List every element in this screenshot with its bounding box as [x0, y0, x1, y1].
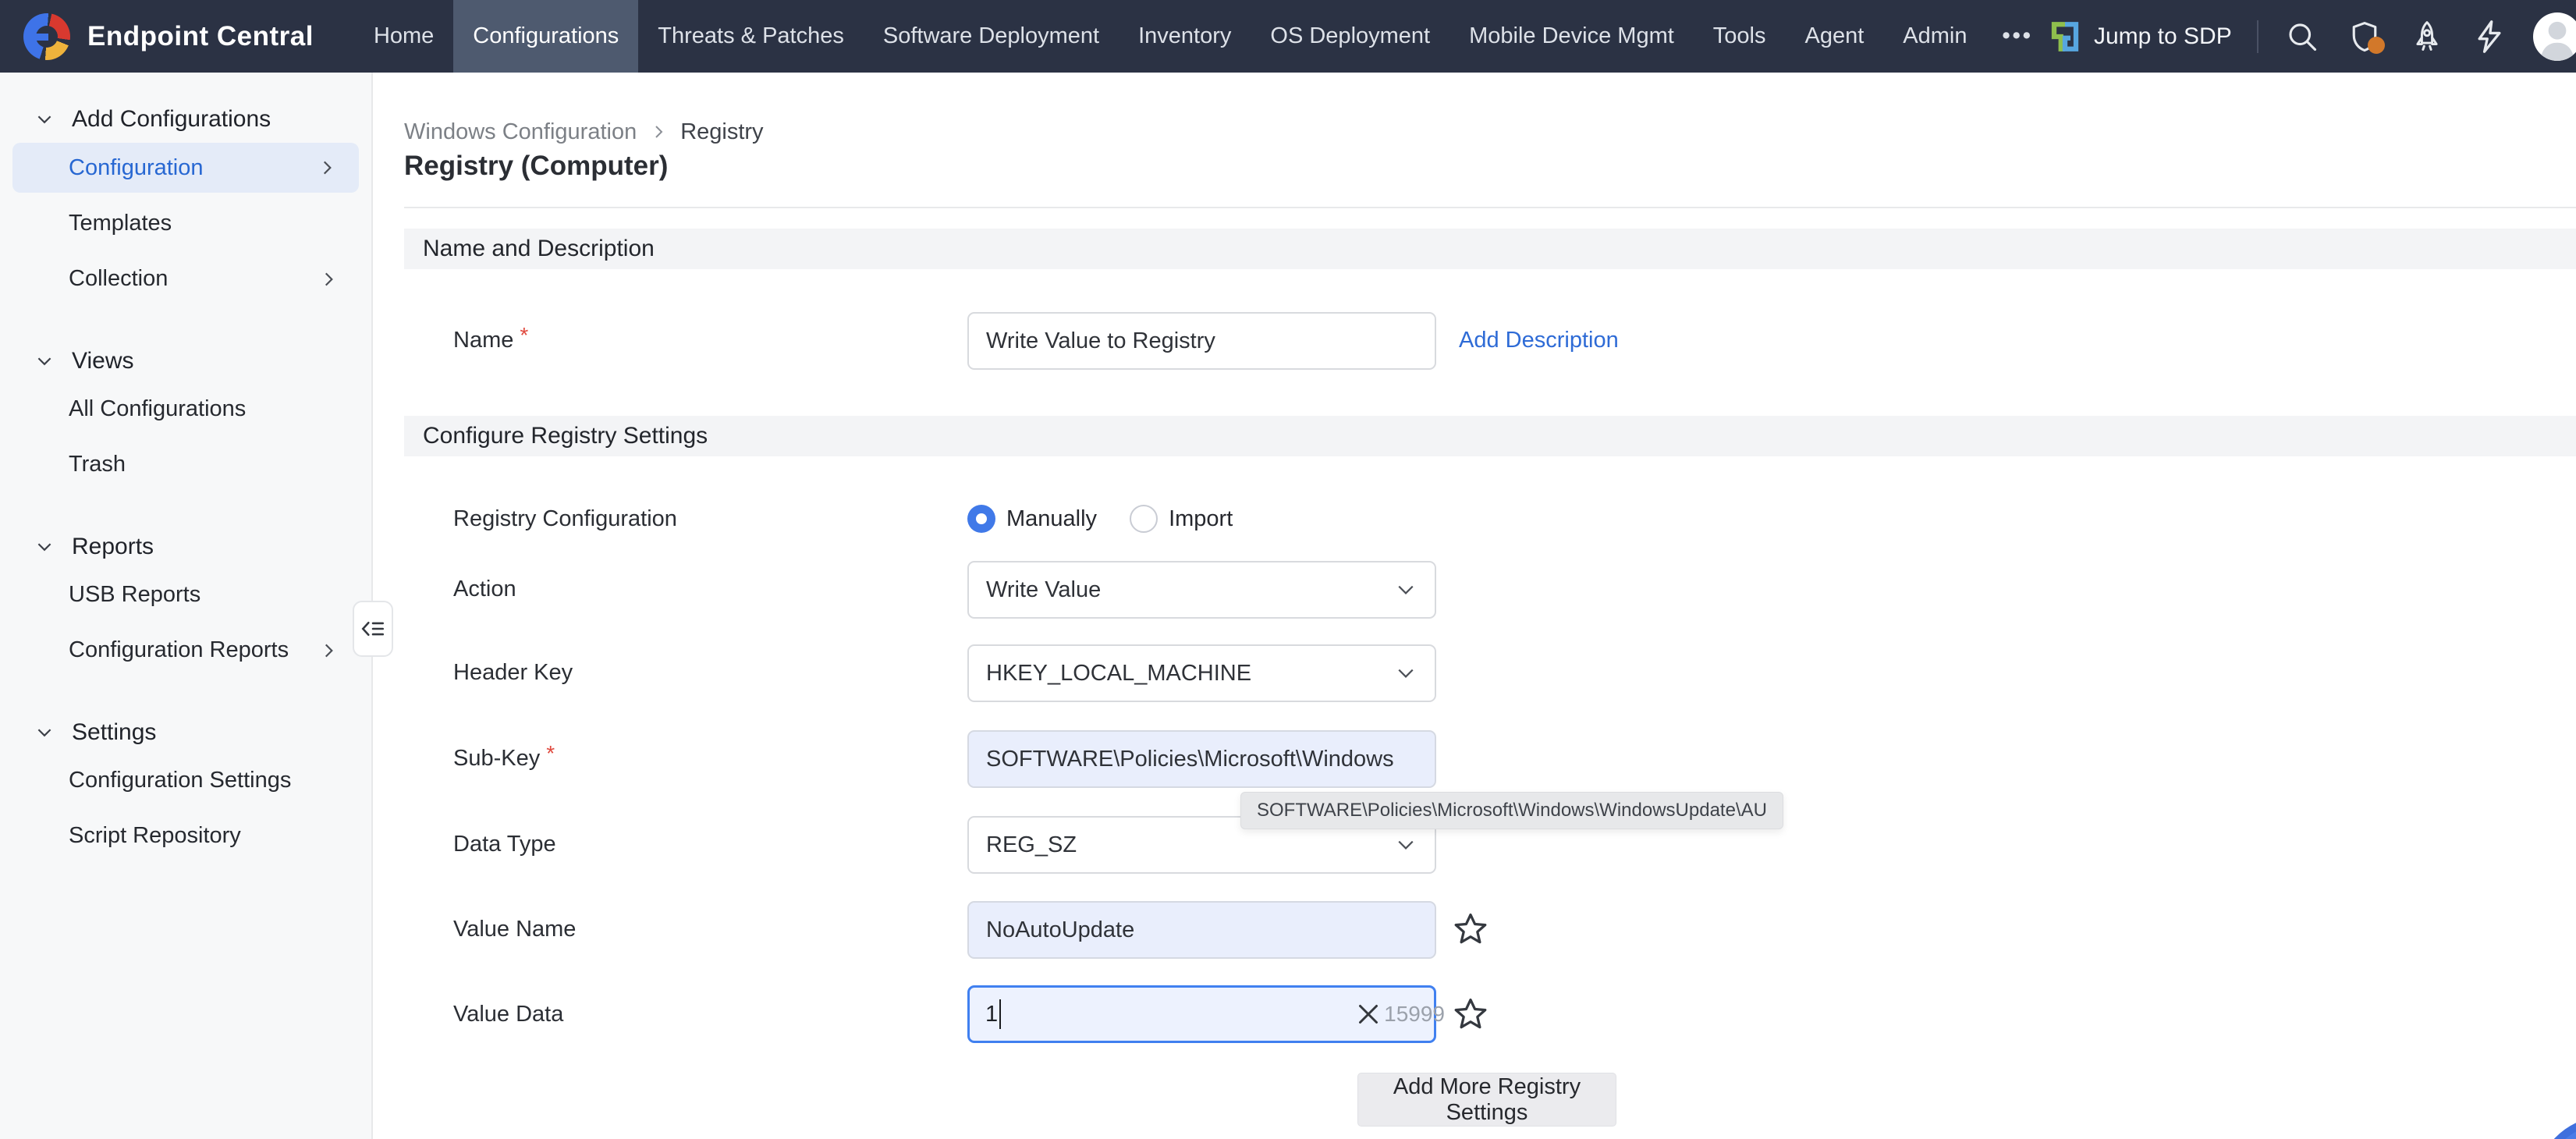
sidebar-section-reports: Reports USB Reports Configuration Report… — [0, 527, 371, 678]
value-name-input[interactable] — [967, 901, 1436, 959]
nav-admin[interactable]: Admin — [1883, 0, 1986, 73]
jump-to-sdp-label: Jump to SDP — [2094, 23, 2232, 50]
sidebar-header-views[interactable]: Views — [0, 341, 371, 381]
sidebar-item-usb-reports[interactable]: USB Reports — [0, 567, 371, 623]
add-more-registry-settings-button[interactable]: Add More Registry Settings — [1357, 1073, 1616, 1127]
nav-inventory[interactable]: Inventory — [1119, 0, 1251, 73]
add-description-link[interactable]: Add Description — [1459, 312, 1619, 368]
chevron-right-icon — [649, 122, 668, 141]
page-title: Registry (Computer) — [404, 151, 668, 182]
sidebar-header-add-configurations[interactable]: Add Configurations — [0, 99, 371, 140]
nav-home[interactable]: Home — [354, 0, 453, 73]
chevron-down-icon — [1394, 833, 1418, 857]
sidebar-item-all-configurations[interactable]: All Configurations — [0, 381, 371, 437]
jump-to-sdp-link[interactable]: Jump to SDP — [2049, 20, 2232, 53]
sidebar-item-trash[interactable]: Trash — [0, 437, 371, 492]
text-caret — [999, 999, 1001, 1029]
breadcrumb: Windows Configuration Registry — [404, 113, 764, 151]
chevron-down-icon — [34, 109, 55, 130]
nav-agent[interactable]: Agent — [1786, 0, 1884, 73]
value-name-label: Value Name — [453, 901, 576, 957]
chevron-down-icon — [34, 537, 55, 557]
sidebar-item-script-repository[interactable]: Script Repository — [0, 808, 371, 864]
primary-nav: Home Configurations Threats & Patches So… — [354, 0, 2049, 73]
name-label: Name* — [453, 312, 528, 368]
name-input[interactable] — [967, 312, 1436, 370]
nav-os-deployment[interactable]: OS Deployment — [1251, 0, 1449, 73]
sidebar-item-collection[interactable]: Collection — [0, 251, 371, 307]
chevron-right-icon — [318, 269, 339, 289]
sidebar-collapse-button[interactable] — [353, 601, 393, 657]
required-asterisk: * — [520, 323, 528, 348]
nav-configurations[interactable]: Configurations — [453, 0, 638, 73]
brand: Endpoint Central — [0, 0, 354, 73]
value-data-input[interactable]: 1 15999 — [967, 985, 1436, 1043]
nav-threats-patches[interactable]: Threats & Patches — [638, 0, 864, 73]
sidebar-item-templates[interactable]: Templates — [0, 196, 371, 251]
sidebar: Add Configurations Configuration Templat… — [0, 73, 373, 1139]
divider — [404, 207, 2576, 208]
nav-more-ellipsis[interactable]: ••• — [1987, 0, 2049, 73]
sidebar-section-add-configurations: Add Configurations Configuration Templat… — [0, 99, 371, 307]
main-content: Windows Configuration Registry Registry … — [373, 73, 2576, 1139]
topbar-divider — [2257, 20, 2258, 53]
endpoint-central-logo-icon — [23, 13, 70, 60]
alert-badge — [2368, 37, 2385, 54]
subkey-input[interactable] — [967, 730, 1436, 788]
flash-icon[interactable] — [2471, 18, 2508, 55]
collapse-sidebar-icon — [360, 616, 386, 642]
sidebar-header-reports[interactable]: Reports — [0, 527, 371, 567]
search-icon[interactable] — [2283, 18, 2321, 55]
clear-icon[interactable] — [1354, 1000, 1382, 1028]
char-counter: 15999 — [1384, 1002, 1445, 1027]
registry-configuration-label: Registry Configuration — [453, 491, 677, 547]
radio-manually[interactable]: Manually — [967, 505, 1097, 533]
header-key-label: Header Key — [453, 644, 573, 701]
value-data-label: Value Data — [453, 986, 563, 1042]
registry-configuration-radio-group: Manually Import — [967, 491, 1233, 547]
sidebar-item-configuration-settings[interactable]: Configuration Settings — [0, 753, 371, 808]
header-key-select[interactable]: HKEY_LOCAL_MACHINE — [967, 644, 1436, 702]
data-type-label: Data Type — [453, 816, 556, 872]
top-navigation-bar: Endpoint Central Home Configurations Thr… — [0, 0, 2576, 73]
action-select[interactable]: Write Value — [967, 561, 1436, 619]
user-avatar[interactable] — [2533, 12, 2576, 61]
favorite-star-icon[interactable] — [1453, 996, 1488, 1032]
radio-import[interactable]: Import — [1130, 505, 1233, 533]
sidebar-item-configuration[interactable]: Configuration — [12, 143, 359, 193]
subkey-tooltip: SOFTWARE\Policies\Microsoft\Windows\Wind… — [1240, 792, 1783, 829]
subkey-label: Sub-Key* — [453, 730, 555, 786]
action-label: Action — [453, 561, 516, 617]
breadcrumb-registry: Registry — [680, 119, 763, 145]
brand-title: Endpoint Central — [87, 21, 314, 52]
favorite-star-icon[interactable] — [1453, 911, 1488, 947]
section-header-configure-registry-settings: Configure Registry Settings — [404, 416, 2576, 456]
nav-tools[interactable]: Tools — [1694, 0, 1786, 73]
chevron-down-icon — [1394, 578, 1418, 601]
sidebar-section-views: Views All Configurations Trash — [0, 341, 371, 492]
sidebar-header-settings[interactable]: Settings — [0, 712, 371, 753]
breadcrumb-windows-configuration[interactable]: Windows Configuration — [404, 119, 637, 145]
rocket-icon[interactable] — [2408, 18, 2446, 55]
security-shield-icon[interactable] — [2346, 18, 2383, 55]
chevron-down-icon — [34, 351, 55, 371]
nav-software-deployment[interactable]: Software Deployment — [864, 0, 1119, 73]
chevron-right-icon — [317, 158, 337, 178]
required-asterisk: * — [546, 741, 555, 766]
radio-unselected-icon — [1130, 505, 1158, 533]
nav-mobile-device-mgmt[interactable]: Mobile Device Mgmt — [1449, 0, 1694, 73]
radio-selected-icon — [967, 505, 995, 533]
chevron-right-icon — [318, 640, 339, 661]
section-header-name-description: Name and Description — [404, 229, 2576, 269]
sidebar-section-settings: Settings Configuration Settings Script R… — [0, 712, 371, 864]
sdp-logo-icon — [2049, 20, 2081, 53]
endpoint-central-app: Endpoint Central Home Configurations Thr… — [0, 0, 2576, 1139]
chevron-down-icon — [1394, 662, 1418, 685]
topbar-actions: Jump to SDP — [2049, 0, 2576, 73]
chevron-down-icon — [34, 722, 55, 743]
sidebar-item-configuration-reports[interactable]: Configuration Reports — [0, 623, 371, 678]
